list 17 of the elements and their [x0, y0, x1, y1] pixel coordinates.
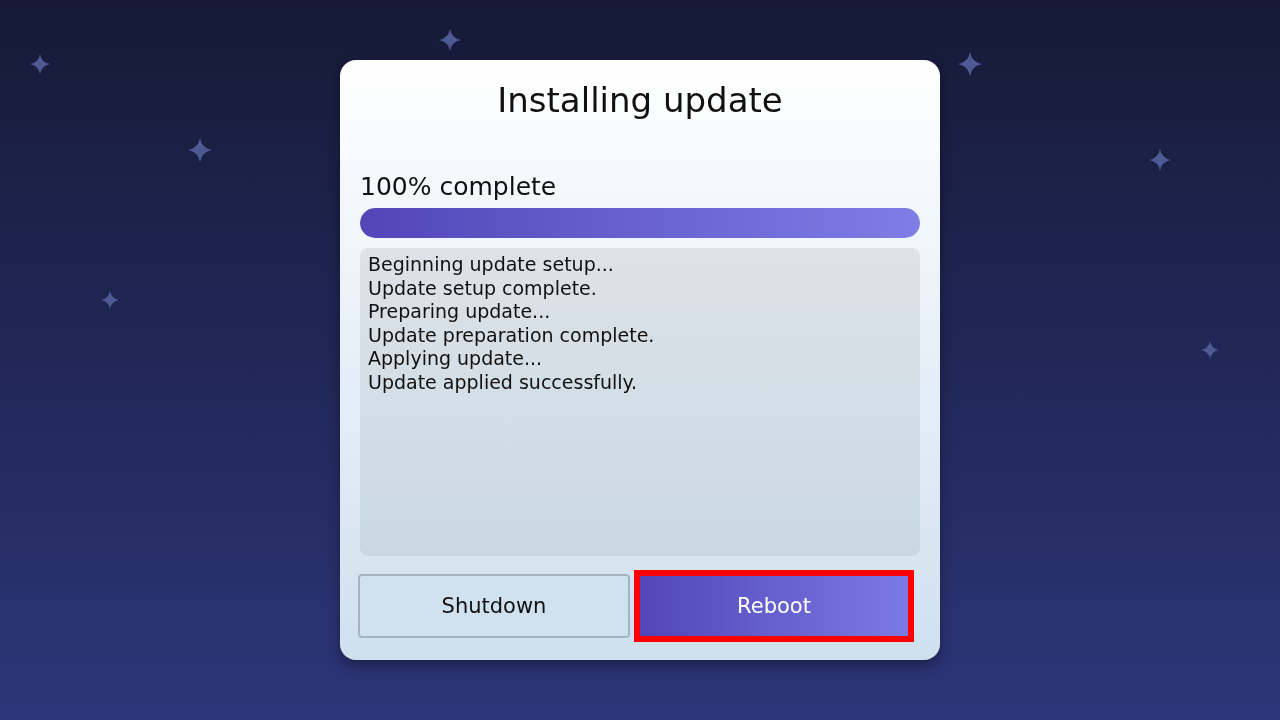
sparkle-icon — [30, 54, 50, 74]
log-line: Beginning update setup... — [368, 253, 614, 277]
log-line: Preparing update... — [368, 300, 551, 324]
sparkle-icon — [1201, 341, 1219, 359]
sparkle-icon — [958, 52, 982, 76]
log-line: Update setup complete. — [368, 276, 597, 300]
shutdown-button[interactable]: Shutdown — [358, 574, 630, 638]
reboot-button[interactable]: Reboot — [634, 570, 914, 642]
sparkle-icon — [439, 29, 461, 51]
progress-label: 100% complete — [360, 172, 557, 202]
dialog-title: Installing update — [496, 79, 784, 122]
log-line: Update applied successfully. — [368, 370, 638, 394]
sparkle-icon — [1149, 149, 1171, 171]
sparkle-icon — [188, 138, 212, 162]
sparkle-icon — [101, 291, 119, 309]
log-line: Update preparation complete. — [368, 323, 655, 347]
log-line: Applying update... — [368, 347, 543, 371]
